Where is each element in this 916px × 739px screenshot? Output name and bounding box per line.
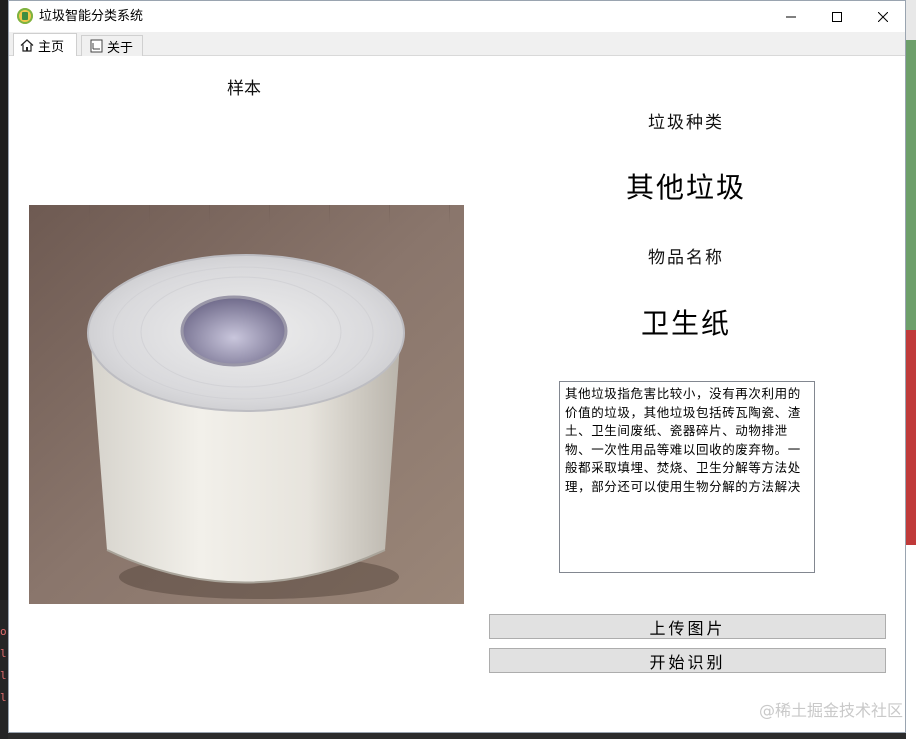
tab-home[interactable]: 主页	[13, 33, 77, 56]
background-desktop-right	[906, 0, 916, 739]
app-window: 垃圾智能分类系统 主页 关于 样本 垃圾种类 其他垃圾 物品名称 卫生纸 其他垃…	[8, 0, 906, 733]
background-line-marker: l	[0, 691, 7, 704]
tab-home-label: 主页	[38, 39, 65, 55]
maximize-icon	[832, 11, 842, 22]
category-value: 其他垃圾	[625, 171, 746, 204]
start-recognition-button[interactable]: 开始识别	[489, 648, 886, 673]
background-line-marker: l	[0, 647, 7, 660]
minimize-button[interactable]	[768, 1, 814, 32]
tab-bar: 主页 关于	[9, 32, 905, 56]
tab-about-label: 关于	[107, 40, 134, 56]
minimize-icon	[786, 16, 796, 17]
home-icon	[20, 38, 34, 52]
sample-image	[29, 205, 464, 604]
toilet-paper-photo-icon	[29, 205, 464, 604]
maximize-button[interactable]	[814, 1, 860, 32]
upload-image-button[interactable]: 上传图片	[489, 614, 886, 639]
close-icon	[878, 11, 888, 22]
tab-about[interactable]: 关于	[81, 35, 143, 56]
item-name-value: 卫生纸	[640, 307, 731, 340]
document-icon	[90, 39, 103, 53]
background-line-marker: l	[0, 669, 7, 682]
title-bar[interactable]: 垃圾智能分类系统	[9, 1, 905, 32]
item-name-label: 物品名称	[648, 248, 724, 268]
app-logo-icon	[17, 8, 33, 24]
window-title: 垃圾智能分类系统	[39, 9, 144, 24]
category-label: 垃圾种类	[648, 113, 724, 133]
home-panel: 样本 垃圾种类 其他垃圾 物品名称 卫生纸 其他垃圾指危害比较小，没有再次利用的…	[9, 56, 905, 732]
background-editor-left: o l l l	[0, 0, 8, 739]
watermark: @稀土掘金技术社区	[758, 701, 903, 720]
close-button[interactable]	[860, 1, 906, 32]
description-textbox[interactable]: 其他垃圾指危害比较小，没有再次利用的价值的垃圾，其他垃圾包括砖瓦陶瓷、渣土、卫生…	[559, 381, 815, 573]
background-line-marker: o	[0, 625, 7, 638]
sample-label: 样本	[227, 79, 261, 99]
